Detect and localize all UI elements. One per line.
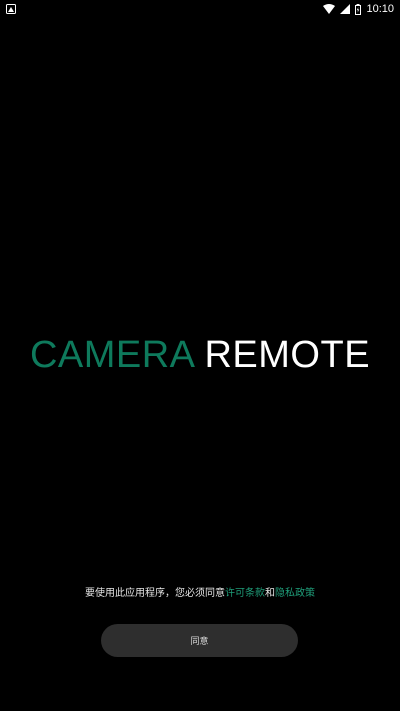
wifi-icon bbox=[323, 4, 336, 14]
license-terms-link[interactable]: 许可条款 bbox=[225, 588, 265, 599]
status-time: 10:10 bbox=[366, 3, 394, 15]
app-logo: CAMERA REMOTE bbox=[0, 334, 400, 377]
agree-button-label: 同意 bbox=[190, 637, 209, 647]
consent-conjunction: 和 bbox=[265, 588, 275, 599]
agree-button[interactable]: 同意 bbox=[101, 624, 298, 657]
cellular-signal-icon bbox=[340, 4, 351, 14]
notification-icon bbox=[6, 4, 16, 14]
consent-text: 要使用此应用程序，您必须同意许可条款和隐私政策 bbox=[0, 584, 400, 599]
status-left bbox=[6, 4, 16, 14]
consent-prefix: 要使用此应用程序，您必须同意 bbox=[85, 588, 225, 599]
status-bar: 10:10 bbox=[0, 0, 400, 18]
logo-word-camera: CAMERA bbox=[29, 334, 194, 376]
logo-word-remote: REMOTE bbox=[204, 334, 371, 376]
privacy-policy-link[interactable]: 隐私政策 bbox=[275, 588, 315, 599]
battery-icon bbox=[355, 3, 362, 15]
status-right: 10:10 bbox=[323, 3, 394, 15]
